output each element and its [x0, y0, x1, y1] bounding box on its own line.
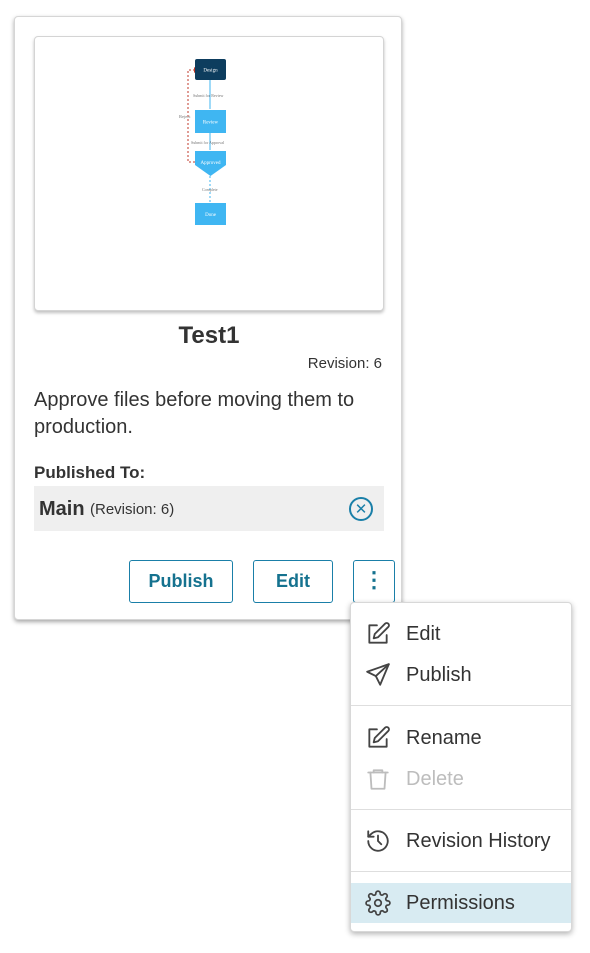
menu-item-edit[interactable]: Edit	[351, 614, 571, 654]
menu-item-rename[interactable]: Rename	[351, 718, 571, 758]
node-approved-label: Approved	[201, 161, 221, 166]
node-design-label: Design	[203, 69, 218, 74]
edge-label-submit-review: Submit for Review	[193, 93, 224, 98]
published-branch-row: Main (Revision: 6) ✕	[34, 486, 384, 531]
menu-divider	[351, 809, 571, 810]
close-icon: ✕	[354, 500, 368, 518]
menu-divider	[351, 705, 571, 706]
published-branch-name: Main	[39, 498, 85, 520]
menu-item-revision-history[interactable]: Revision History	[351, 821, 571, 861]
edge-label-submit-approval: Submit for Approval	[191, 140, 225, 145]
menu-item-delete: Delete	[351, 759, 571, 799]
menu-item-label: Revision History	[406, 829, 551, 852]
edit-icon	[368, 622, 390, 644]
node-review-label: Review	[203, 121, 219, 126]
reject-label: Reject	[179, 114, 191, 119]
more-options-button[interactable]: ⋮	[353, 560, 395, 603]
workflow-title: Test1	[178, 322, 240, 349]
publish-button[interactable]: Publish	[129, 560, 233, 603]
menu-item-publish[interactable]: Publish	[351, 655, 571, 695]
menu-item-label: Rename	[406, 726, 482, 749]
menu-item-permissions[interactable]: Permissions	[351, 883, 571, 923]
workflow-diagram: Reject Submit for Review Submit for Appr…	[179, 59, 226, 225]
edit-button[interactable]: Edit	[253, 560, 333, 603]
workflow-preview[interactable]: Reject Submit for Review Submit for Appr…	[34, 36, 384, 311]
published-branch-revision: (Revision: 6)	[90, 501, 175, 518]
menu-item-label: Edit	[406, 622, 441, 645]
context-menu: Edit Publish Rename Delete Revision Hist…	[350, 602, 572, 932]
remove-publish-button[interactable]: ✕	[349, 497, 373, 521]
edge-label-complete: Complete	[202, 187, 218, 192]
edit-icon	[368, 726, 390, 748]
gear-icon	[365, 890, 391, 916]
workflow-card: Reject Submit for Review Submit for Appr…	[14, 16, 402, 620]
send-icon	[366, 663, 390, 686]
workflow-description: Approve files before moving them to prod…	[34, 389, 355, 438]
revision-label: Revision: 6	[307, 355, 382, 372]
node-done-label: Done	[205, 213, 217, 218]
history-icon	[367, 830, 389, 852]
menu-divider	[351, 871, 571, 872]
trash-icon	[367, 769, 389, 790]
menu-item-label: Delete	[406, 767, 464, 790]
menu-item-label: Publish	[406, 663, 472, 686]
published-to-label: Published To:	[34, 463, 146, 482]
menu-item-label: Permissions	[406, 891, 515, 914]
